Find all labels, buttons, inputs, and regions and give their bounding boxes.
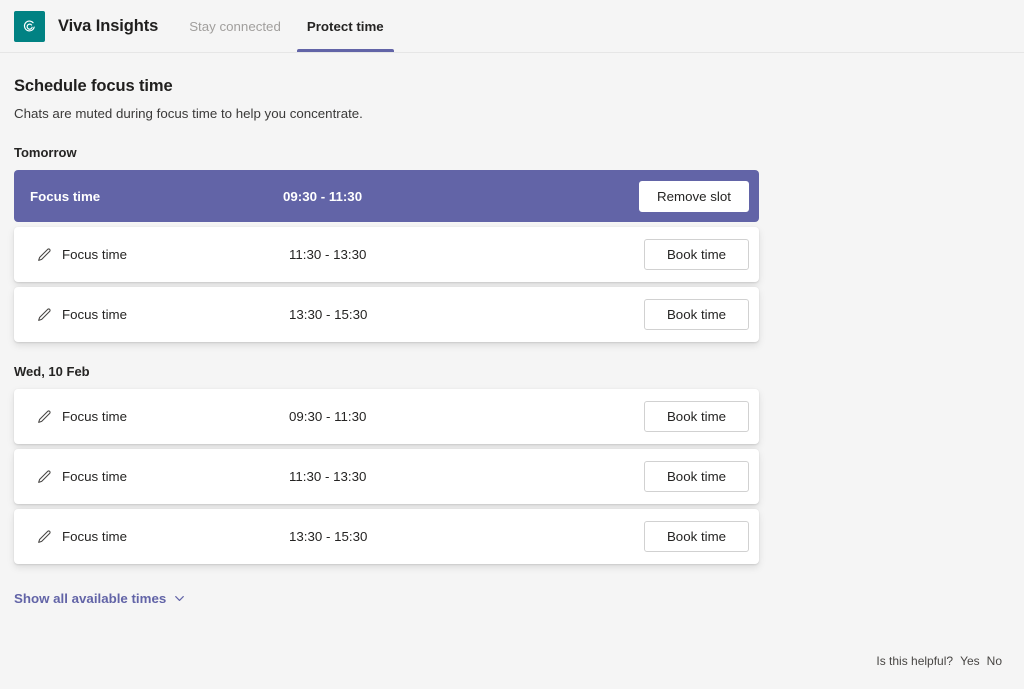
slot-label: Focus time <box>36 529 289 545</box>
slot-name: Focus time <box>62 529 127 544</box>
slot-label: Focus time <box>36 307 289 323</box>
slot-time: 13:30 - 15:30 <box>289 307 644 322</box>
book-time-button[interactable]: Book time <box>644 461 749 492</box>
book-time-button[interactable]: Book time <box>644 299 749 330</box>
table-row[interactable]: Focus time 09:30 - 11:30 Remove slot <box>14 170 759 222</box>
table-row[interactable]: Focus time 13:30 - 15:30 Book time <box>14 287 759 342</box>
slot-list: Focus time 09:30 - 11:30 Remove slot Foc… <box>14 170 759 342</box>
brand: Viva Insights <box>14 11 158 42</box>
viva-insights-spiral-icon <box>14 11 45 42</box>
table-row[interactable]: Focus time 11:30 - 13:30 Book time <box>14 227 759 282</box>
chevron-down-icon <box>173 592 186 605</box>
slot-time: 13:30 - 15:30 <box>289 529 644 544</box>
brand-name: Viva Insights <box>58 17 158 36</box>
feedback-question: Is this helpful? <box>876 654 953 668</box>
slot-time: 11:30 - 13:30 <box>289 469 644 484</box>
book-time-button[interactable]: Book time <box>644 401 749 432</box>
slot-label: Focus time <box>30 189 283 204</box>
slot-name: Focus time <box>62 247 127 262</box>
pencil-icon <box>36 469 52 485</box>
slot-name: Focus time <box>62 409 127 424</box>
slot-time: 11:30 - 13:30 <box>289 247 644 262</box>
app-header: Viva Insights Stay connected Protect tim… <box>0 0 1024 53</box>
pencil-icon <box>36 307 52 323</box>
slot-label: Focus time <box>36 247 289 263</box>
tab-protect-time-label: Protect time <box>307 19 384 34</box>
feedback-bar: Is this helpful? Yes No <box>876 654 1002 668</box>
slot-name: Focus time <box>30 189 100 204</box>
slot-group: Tomorrow Focus time 09:30 - 11:30 Remove… <box>14 145 1024 342</box>
header-tabs: Stay connected Protect time <box>176 0 397 52</box>
slot-name: Focus time <box>62 469 127 484</box>
page-subtitle: Chats are muted during focus time to hel… <box>14 106 1024 121</box>
book-time-button[interactable]: Book time <box>644 239 749 270</box>
pencil-icon <box>36 409 52 425</box>
feedback-yes-button[interactable]: Yes <box>960 654 980 668</box>
pencil-icon <box>36 529 52 545</box>
show-all-label: Show all available times <box>14 591 166 606</box>
group-label: Wed, 10 Feb <box>14 364 1024 379</box>
table-row[interactable]: Focus time 11:30 - 13:30 Book time <box>14 449 759 504</box>
tab-stay-connected-label: Stay connected <box>189 19 281 34</box>
show-all-available-times-link[interactable]: Show all available times <box>14 591 186 606</box>
feedback-no-button[interactable]: No <box>987 654 1002 668</box>
slot-group: Wed, 10 Feb Focus time 09:30 - 11:30 Boo… <box>14 364 1024 564</box>
slot-label: Focus time <box>36 409 289 425</box>
slot-time: 09:30 - 11:30 <box>283 189 639 204</box>
slot-list: Focus time 09:30 - 11:30 Book time Focus… <box>14 389 759 564</box>
table-row[interactable]: Focus time 13:30 - 15:30 Book time <box>14 509 759 564</box>
table-row[interactable]: Focus time 09:30 - 11:30 Book time <box>14 389 759 444</box>
slot-name: Focus time <box>62 307 127 322</box>
book-time-button[interactable]: Book time <box>644 521 749 552</box>
pencil-icon <box>36 247 52 263</box>
slot-label: Focus time <box>36 469 289 485</box>
page-content: Schedule focus time Chats are muted duri… <box>0 53 1024 689</box>
group-label: Tomorrow <box>14 145 1024 160</box>
slot-time: 09:30 - 11:30 <box>289 409 644 424</box>
page-title: Schedule focus time <box>14 77 1024 96</box>
tab-stay-connected[interactable]: Stay connected <box>176 0 294 52</box>
tab-protect-time[interactable]: Protect time <box>294 0 397 52</box>
remove-slot-button[interactable]: Remove slot <box>639 181 749 212</box>
